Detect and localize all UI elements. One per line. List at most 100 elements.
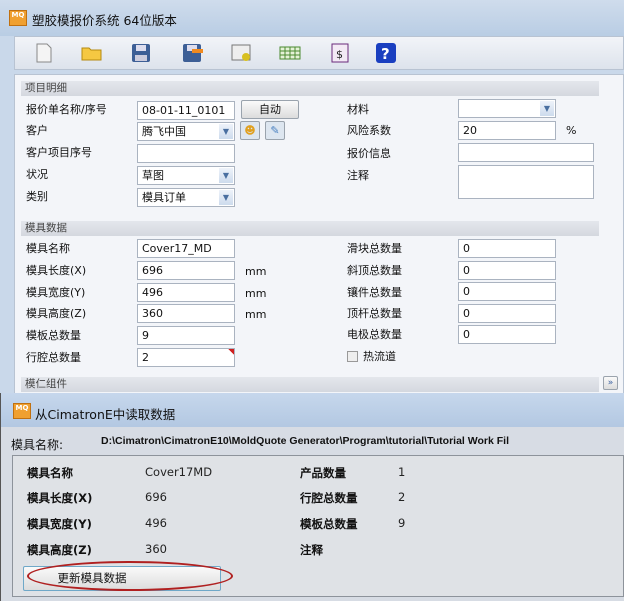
highlight-ellipse — [27, 561, 233, 591]
quote-name-label: 报价单名称/序号 — [26, 103, 107, 116]
lifter-count-input[interactable]: 0 — [458, 261, 556, 280]
material-label: 材料 — [347, 103, 369, 116]
price-sheet-icon[interactable]: $ — [329, 42, 351, 64]
section-project-details: 项目明细 — [21, 81, 599, 96]
table-icon[interactable] — [279, 42, 301, 64]
d-product-count-label: 产品数量 — [300, 466, 346, 480]
d-cavity-count-value: 2 — [398, 490, 406, 504]
settings-report-icon[interactable] — [231, 42, 253, 64]
quote-info-label: 报价信息 — [347, 147, 391, 160]
chevron-down-icon: ▼ — [540, 101, 554, 116]
d-product-count-value: 1 — [398, 465, 406, 479]
d-mold-height-label: 模具高度(Z) — [27, 543, 92, 557]
category-label: 类别 — [26, 190, 48, 203]
notes-label: 注释 — [347, 169, 369, 182]
risk-unit: % — [566, 124, 577, 137]
path-label: 模具名称: — [11, 438, 64, 452]
cavity-count-input[interactable]: 2 — [137, 348, 235, 367]
add-user-icon: ☻ — [244, 124, 256, 137]
auto-button[interactable]: 自动 — [241, 100, 299, 119]
customer-select[interactable]: 腾飞中国 ▼ — [137, 122, 235, 141]
mold-height-input[interactable]: 360 — [137, 304, 235, 323]
quote-name-input[interactable]: 08-01-11_0101 — [137, 101, 235, 120]
customer-project-label: 客户项目序号 — [26, 146, 92, 159]
d-plate-count-label: 模板总数量 — [300, 517, 358, 531]
open-folder-icon[interactable] — [81, 42, 103, 64]
mold-length-label: 模具长度(X) — [26, 264, 87, 277]
add-customer-button[interactable]: ☻ — [240, 121, 260, 140]
d-mold-name-value: Cover17MD — [145, 465, 213, 479]
save-icon[interactable] — [130, 42, 152, 64]
mold-width-unit: mm — [245, 287, 267, 300]
plate-count-input[interactable]: 9 — [137, 326, 235, 345]
d-mold-length-label: 模具长度(X) — [27, 491, 93, 505]
mold-info-box: 模具名称 Cover17MD 模具长度(X) 696 模具宽度(Y) 496 模… — [12, 455, 624, 597]
chevron-down-icon: ▼ — [219, 168, 233, 183]
d-mold-name-label: 模具名称 — [27, 466, 73, 480]
dialog-title: 从CimatronE中读取数据 — [35, 407, 176, 422]
status-select[interactable]: 草图 ▼ — [137, 166, 235, 185]
slider-count-input[interactable]: 0 — [458, 239, 556, 258]
lifter-count-label: 斜顶总数量 — [347, 264, 402, 277]
path-value: D:\Cimatron\CimatronE10\MoldQuote Genera… — [101, 435, 509, 447]
customer-project-input[interactable] — [137, 144, 235, 163]
edit-user-icon: ✎ — [270, 124, 280, 137]
ejector-count-input[interactable]: 0 — [458, 304, 556, 323]
d-plate-count-value: 9 — [398, 516, 406, 530]
chevron-down-icon: ▼ — [219, 190, 233, 205]
dialog-app-icon: MQ — [13, 403, 31, 419]
status-label: 状况 — [26, 168, 48, 181]
electrode-count-label: 电极总数量 — [347, 328, 402, 341]
read-cimatron-dialog: MQ 从CimatronE中读取数据 模具名称: D:\Cimatron\Cim… — [0, 393, 624, 601]
material-select[interactable]: ▼ — [458, 99, 556, 118]
d-mold-height-value: 360 — [145, 542, 167, 556]
d-mold-width-label: 模具宽度(Y) — [27, 517, 92, 531]
section-core-components: 模仁组件 — [21, 377, 599, 392]
hot-runner-checkbox[interactable] — [347, 351, 358, 362]
chevron-down-icon: ▼ — [219, 124, 233, 139]
mold-height-label: 模具高度(Z) — [26, 307, 87, 320]
app-icon-text: MQ — [11, 11, 25, 19]
mold-height-unit: mm — [245, 308, 267, 321]
insert-count-label: 镶件总数量 — [347, 286, 402, 299]
save-as-icon[interactable] — [182, 42, 204, 64]
quote-info-input[interactable] — [458, 143, 594, 162]
new-file-icon[interactable] — [33, 42, 55, 64]
mold-length-input[interactable]: 696 — [137, 261, 235, 280]
section-mold-data: 模具数据 — [21, 221, 599, 236]
title-bar: MQ 塑胶模报价系统 64位版本 — [0, 0, 624, 36]
electrode-count-input[interactable]: 0 — [458, 325, 556, 344]
dialog-app-icon-text: MQ — [15, 404, 29, 412]
notes-input[interactable] — [458, 165, 594, 199]
mold-name-label: 模具名称 — [26, 242, 70, 255]
mold-width-input[interactable]: 496 — [137, 283, 235, 302]
plate-count-label: 模板总数量 — [26, 329, 81, 342]
insert-count-input[interactable]: 0 — [458, 282, 556, 301]
customer-label: 客户 — [26, 124, 48, 137]
dialog-title-bar: MQ 从CimatronE中读取数据 — [1, 393, 624, 427]
edit-customer-button[interactable]: ✎ — [265, 121, 285, 140]
mold-length-unit: mm — [245, 265, 267, 278]
customer-value: 腾飞中国 — [142, 125, 186, 138]
hot-runner-label: 热流道 — [363, 350, 396, 363]
cavity-count-label: 行腔总数量 — [26, 351, 81, 364]
ejector-count-label: 顶杆总数量 — [347, 307, 402, 320]
d-notes-label: 注释 — [300, 543, 323, 557]
risk-input[interactable]: 20 — [458, 121, 556, 140]
svg-text:$: $ — [336, 48, 343, 61]
slider-count-label: 滑块总数量 — [347, 242, 402, 255]
mold-width-label: 模具宽度(Y) — [26, 286, 86, 299]
expand-button[interactable]: » — [603, 376, 618, 390]
main-panel: 项目明细 报价单名称/序号 08-01-11_0101 自动 客户 腾飞中国 ▼ … — [14, 74, 624, 394]
d-mold-width-value: 496 — [145, 516, 167, 530]
help-icon[interactable]: ? — [375, 42, 397, 64]
svg-text:?: ? — [381, 45, 390, 63]
category-value: 模具订单 — [142, 191, 186, 204]
window-title: 塑胶模报价系统 64位版本 — [32, 13, 177, 28]
toolbar: $ ? — [14, 36, 624, 70]
mold-name-input[interactable]: Cover17_MD — [137, 239, 235, 258]
risk-label: 风险系数 — [347, 124, 391, 137]
category-select[interactable]: 模具订单 ▼ — [137, 188, 235, 207]
d-cavity-count-label: 行腔总数量 — [300, 491, 358, 505]
status-value: 草图 — [142, 169, 164, 182]
